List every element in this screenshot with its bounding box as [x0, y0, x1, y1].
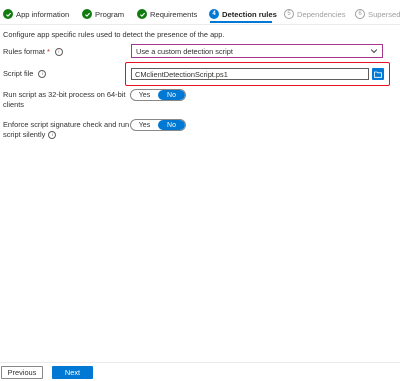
rules-format-dropdown[interactable]: Use a custom detection script: [131, 44, 383, 58]
step-dependencies[interactable]: 5 Dependencies: [284, 6, 346, 22]
toggle-yes[interactable]: Yes: [131, 120, 158, 130]
checkmark-icon: [3, 9, 13, 19]
run-32bit-label-line1: Run script as 32-bit process on 64-bit: [3, 90, 126, 99]
toggle-no[interactable]: No: [158, 120, 185, 130]
step-app-information[interactable]: App information: [3, 6, 69, 22]
step-label: Supersede: [368, 9, 400, 19]
run-32bit-label-line2: clients: [3, 100, 24, 109]
checkmark-icon: [82, 9, 92, 19]
rules-format-value: Use a custom detection script: [136, 46, 233, 56]
step-number: 6: [355, 9, 365, 19]
page-description: Configure app specific rules used to det…: [3, 30, 225, 39]
next-button[interactable]: Next: [52, 366, 93, 379]
enforce-signature-label-line2-row: script silently i: [3, 130, 129, 140]
previous-button[interactable]: Previous: [1, 366, 43, 379]
step-label: Detection rules: [222, 9, 277, 19]
active-step-indicator: [210, 21, 272, 23]
step-label: Dependencies: [297, 9, 346, 19]
run-32bit-toggle[interactable]: Yes No: [130, 89, 186, 101]
rules-format-label: Rules format * i: [3, 47, 63, 57]
rules-format-label-text: Rules format: [3, 47, 45, 56]
enforce-signature-label-line1: Enforce script signature check and run: [3, 120, 130, 129]
run-32bit-label: Run script as 32-bit process on 64-bit c…: [3, 90, 125, 110]
enforce-signature-toggle[interactable]: Yes No: [130, 119, 186, 131]
divider: [0, 362, 400, 363]
step-supersede[interactable]: 6 Supersede: [355, 6, 400, 22]
script-file-label: Script file i: [3, 69, 47, 79]
info-icon[interactable]: i: [38, 70, 47, 79]
wizard-steps: App information Program Requirements 4 D…: [3, 6, 400, 24]
toggle-yes[interactable]: Yes: [131, 90, 158, 100]
enforce-signature-label: Enforce script signature check and run s…: [3, 120, 129, 140]
step-label: Program: [95, 9, 125, 19]
info-icon[interactable]: i: [48, 131, 57, 140]
step-number: 4: [209, 9, 219, 19]
run-32bit-label-line2-row: clients: [3, 100, 125, 110]
script-file-label-text: Script file: [3, 69, 34, 78]
divider: [0, 24, 400, 25]
step-label: Requirements: [150, 9, 198, 19]
chevron-down-icon: [370, 49, 378, 54]
toggle-no[interactable]: No: [158, 90, 185, 100]
script-file-value: CMclientDetectionScript.ps1: [135, 69, 228, 79]
step-detection-rules[interactable]: 4 Detection rules: [209, 6, 277, 22]
script-file-field[interactable]: CMclientDetectionScript.ps1: [131, 68, 369, 80]
step-label: App information: [16, 9, 70, 19]
step-number: 5: [284, 9, 294, 19]
info-icon[interactable]: i: [54, 48, 63, 57]
step-requirements[interactable]: Requirements: [137, 6, 197, 22]
required-mark: *: [46, 47, 50, 56]
checkmark-icon: [137, 9, 147, 19]
step-program[interactable]: Program: [82, 6, 124, 22]
folder-icon: [374, 71, 382, 78]
browse-button[interactable]: [372, 68, 384, 80]
enforce-signature-label-line2: script silently: [3, 130, 46, 139]
